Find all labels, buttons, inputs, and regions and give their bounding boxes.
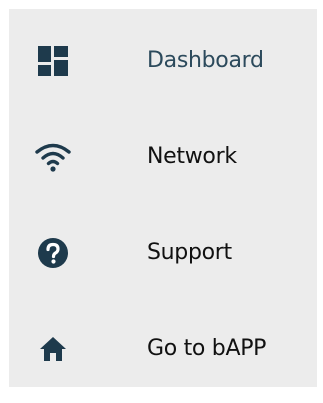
menu-item-go-to-bapp[interactable]: Go to bAPP xyxy=(9,307,317,403)
menu-item-support[interactable]: Support xyxy=(9,211,317,307)
menu-item-label: Dashboard xyxy=(147,48,264,73)
home-icon xyxy=(33,329,73,369)
wifi-icon xyxy=(33,137,73,177)
menu-item-network[interactable]: Network xyxy=(9,115,317,211)
help-circle-icon xyxy=(33,233,73,273)
nav-menu: Dashboard Network Support Go to bAPP xyxy=(9,9,317,387)
dashboard-icon xyxy=(33,41,73,81)
menu-item-label: Support xyxy=(147,240,232,265)
menu-item-label: Network xyxy=(147,144,237,169)
menu-item-label: Go to bAPP xyxy=(147,336,267,361)
menu-item-dashboard[interactable]: Dashboard xyxy=(9,19,317,115)
